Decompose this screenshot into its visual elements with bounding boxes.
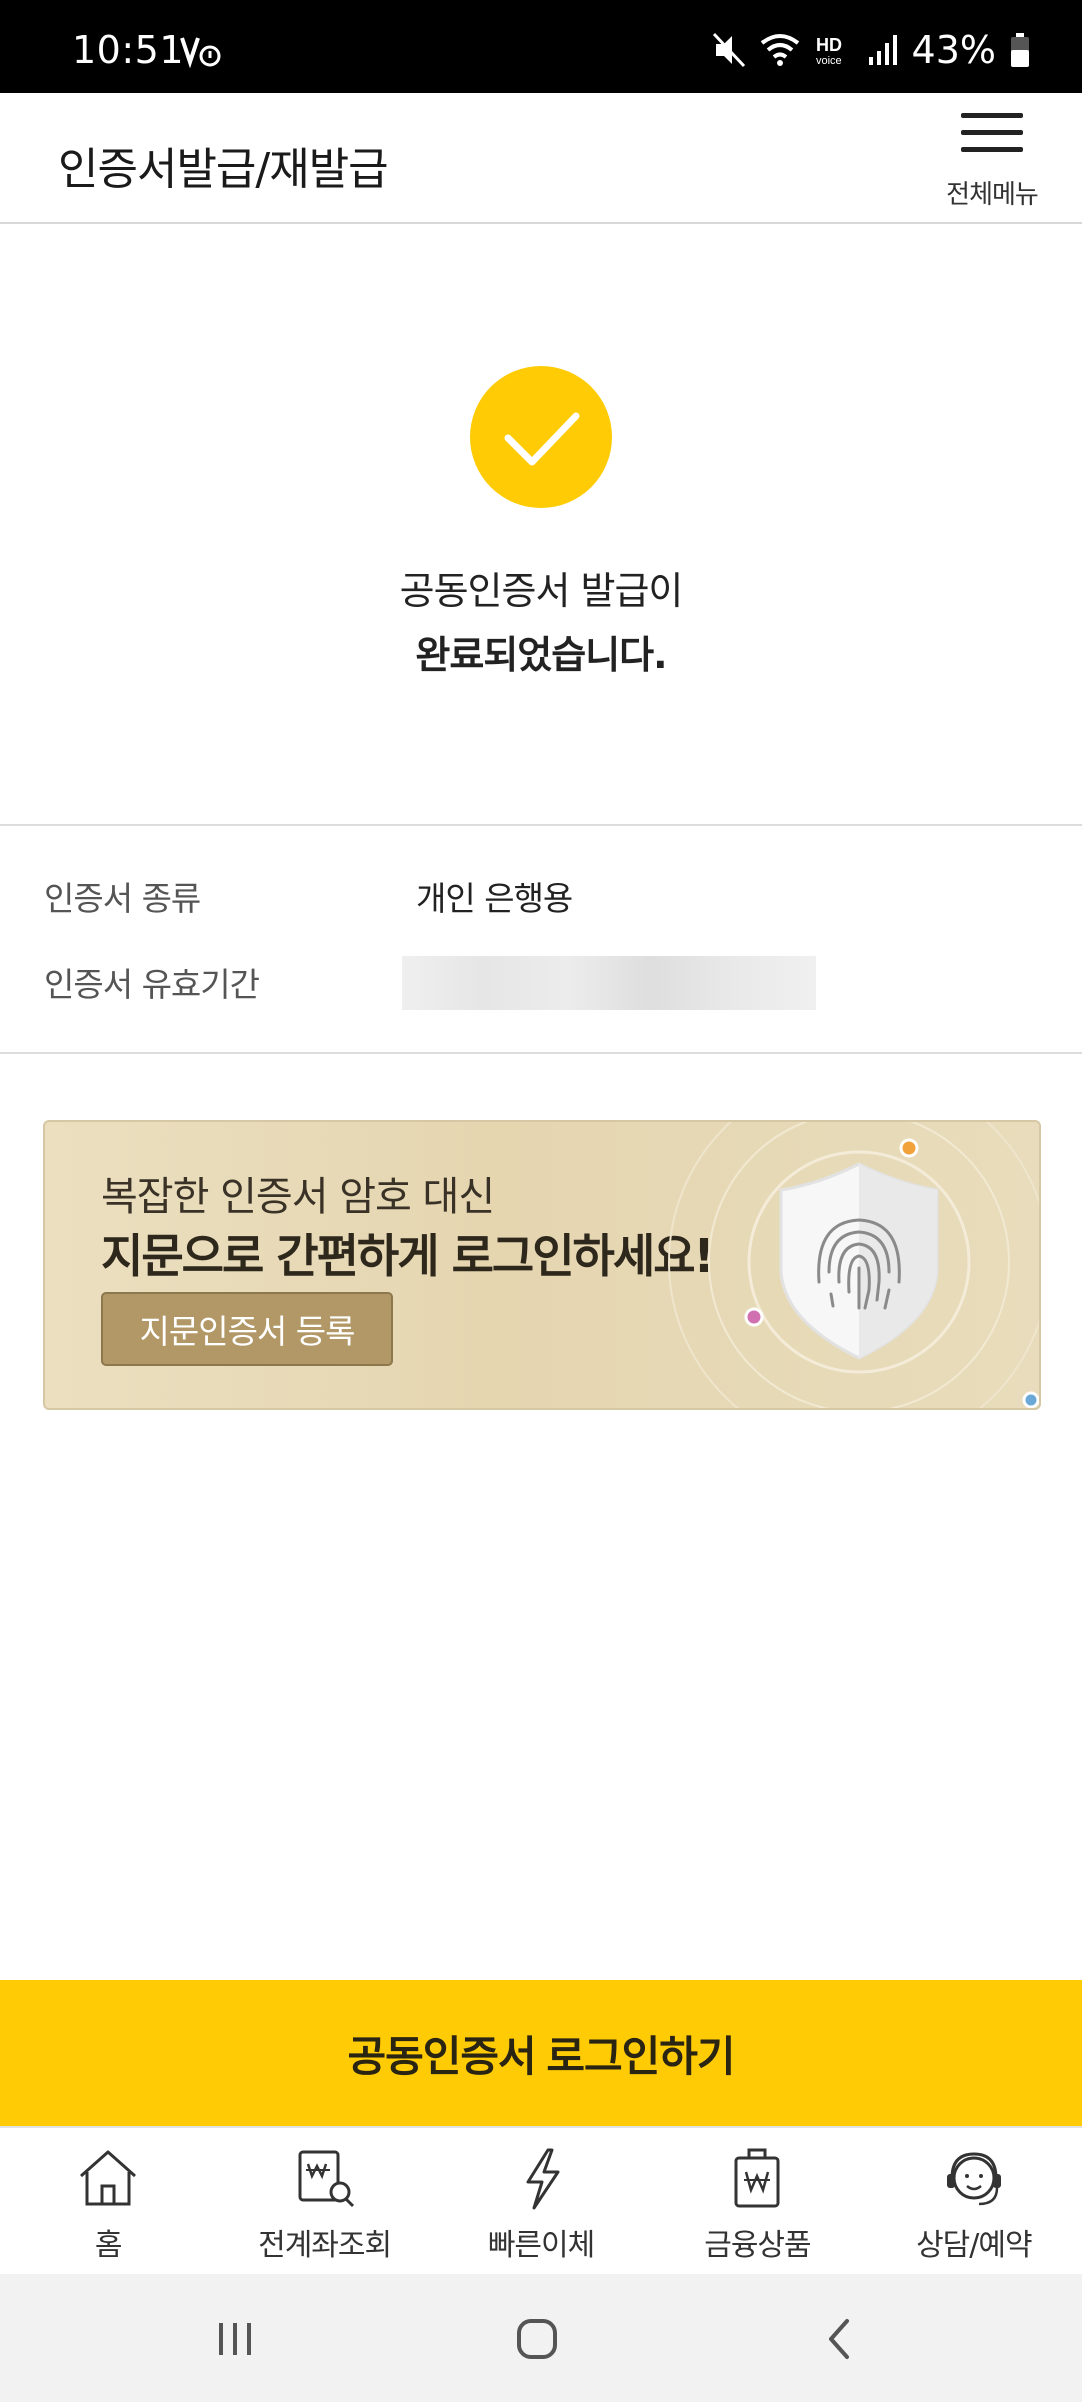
register-fingerprint-button[interactable]: 지문인증서 등록 <box>101 1292 393 1366</box>
info-row-validity: 인증서 유효기간 <box>0 956 1082 1018</box>
fingerprint-shield-icon <box>668 1122 1039 1408</box>
signal-icon <box>868 35 897 65</box>
battery-icon <box>1011 33 1029 67</box>
info-label: 인증서 종류 <box>44 879 201 918</box>
hd-voice-icon: HDvoice <box>816 35 842 67</box>
recents-button[interactable] <box>190 2304 280 2374</box>
menu-label: 전체메뉴 <box>946 180 1039 210</box>
page-title: 인증서발급/재발급 <box>58 144 389 195</box>
consult-headset-icon <box>946 2152 1001 2206</box>
banner-subtitle: 복잡한 인증서 암호 대신 <box>101 1174 495 1220</box>
account-search-icon <box>298 2150 354 2208</box>
product-bag-icon <box>734 2148 780 2208</box>
info-row-type: 인증서 종류 개인 은행용 <box>0 872 1082 932</box>
nav-label: 금융상품 <box>704 2228 811 2263</box>
svg-text:voice: voice <box>816 55 842 67</box>
system-navigation-bar <box>0 2274 1082 2402</box>
back-button[interactable] <box>794 2304 884 2374</box>
nav-item-home[interactable]: 홈 <box>0 2128 216 2274</box>
certificate-info: 인증서 종류 개인 은행용 인증서 유효기간 <box>0 826 1082 1054</box>
bottom-navigation: 홈 전계좌조회 빠른이체 금융상품 상담/예약 <box>0 2126 1082 2274</box>
hamburger-icon <box>961 113 1023 152</box>
nav-label: 전계좌조회 <box>258 2228 392 2263</box>
wifi-icon <box>760 34 799 66</box>
redacted-validity-value <box>402 956 816 1010</box>
svg-text:HD: HD <box>816 35 842 55</box>
status-bar: 10:51 HD voice 43% <box>0 0 1082 93</box>
back-icon <box>829 2319 849 2359</box>
success-message-line2: 완료되었습니다. <box>415 633 667 677</box>
home-icon <box>80 2150 137 2206</box>
nav-item-consult[interactable]: 상담/예약 <box>866 2128 1082 2274</box>
info-value: 개인 은행용 <box>416 879 573 918</box>
battery-percent: 43% <box>911 28 996 72</box>
nav-label: 홈 <box>94 2228 123 2263</box>
home-system-button[interactable] <box>492 2304 582 2374</box>
nav-item-accounts[interactable]: 전계좌조회 <box>216 2128 432 2274</box>
success-message-line1: 공동인증서 발급이 <box>399 569 684 613</box>
nav-item-quick-transfer[interactable]: 빠른이체 <box>433 2128 649 2274</box>
status-icons: HD voice 43% <box>712 28 1030 72</box>
volte-icon <box>180 34 224 74</box>
info-label: 인증서 유효기간 <box>44 965 260 1004</box>
app-header: 인증서발급/재발급 전체메뉴 <box>0 93 1082 224</box>
all-menu-button[interactable]: 전체메뉴 <box>932 111 1052 211</box>
check-icon <box>470 366 612 508</box>
fingerprint-promo-banner[interactable]: 복잡한 인증서 암호 대신 지문으로 간편하게 로그인하세요! 지문인증서 등록 <box>43 1120 1041 1410</box>
status-time: 10:51 <box>72 28 185 72</box>
issue-complete-section: 공동인증서 발급이 완료되었습니다. <box>0 224 1082 826</box>
home-circle-icon <box>517 2319 557 2359</box>
nav-label: 상담/예약 <box>916 2228 1033 2263</box>
lightning-icon <box>526 2148 560 2210</box>
recents-icon <box>219 2323 251 2355</box>
mute-icon <box>712 32 745 68</box>
nav-label: 빠른이체 <box>487 2228 595 2263</box>
cert-login-button[interactable]: 공동인증서 로그인하기 <box>0 1980 1082 2126</box>
nav-item-products[interactable]: 금융상품 <box>649 2128 865 2274</box>
